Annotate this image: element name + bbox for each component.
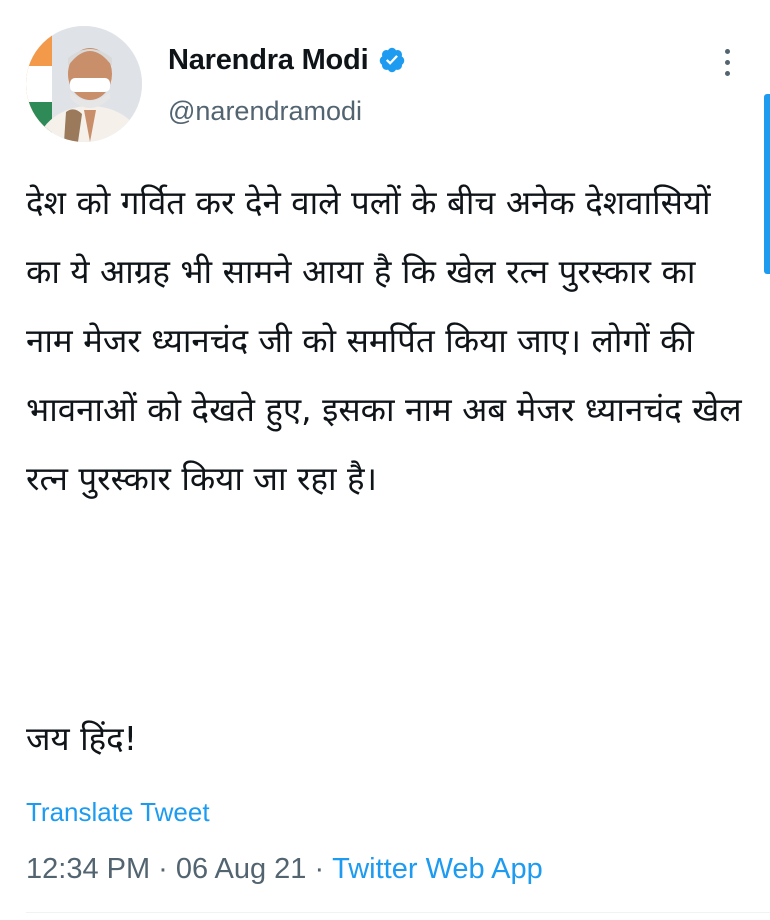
tweet-signoff: जय हिंद! bbox=[26, 719, 137, 758]
author-handle[interactable]: @narendramodi bbox=[168, 96, 362, 127]
tweet-body: देश को गर्वित कर देने वाले पलों के बीच अ… bbox=[26, 183, 753, 498]
avatar[interactable] bbox=[26, 26, 142, 142]
separator: · bbox=[314, 853, 325, 885]
tweet-source-link[interactable]: Twitter Web App bbox=[332, 853, 543, 885]
tweet-date[interactable]: 06 Aug 21 bbox=[176, 853, 307, 885]
scrollbar[interactable] bbox=[764, 94, 770, 274]
author-name-row[interactable]: Narendra Modi bbox=[168, 40, 406, 80]
divider bbox=[26, 912, 770, 913]
tweet-metadata: 12:34 PM · 06 Aug 21 · Twitter Web App bbox=[26, 853, 543, 886]
verified-badge-icon bbox=[378, 46, 406, 74]
tweet-time[interactable]: 12:34 PM bbox=[26, 853, 150, 885]
more-options-icon[interactable] bbox=[712, 42, 742, 82]
separator: · bbox=[158, 853, 168, 885]
profile-avatar-image bbox=[26, 26, 142, 142]
translate-tweet-link[interactable]: Translate Tweet bbox=[26, 797, 210, 828]
author-display-name[interactable]: Narendra Modi bbox=[168, 44, 369, 77]
